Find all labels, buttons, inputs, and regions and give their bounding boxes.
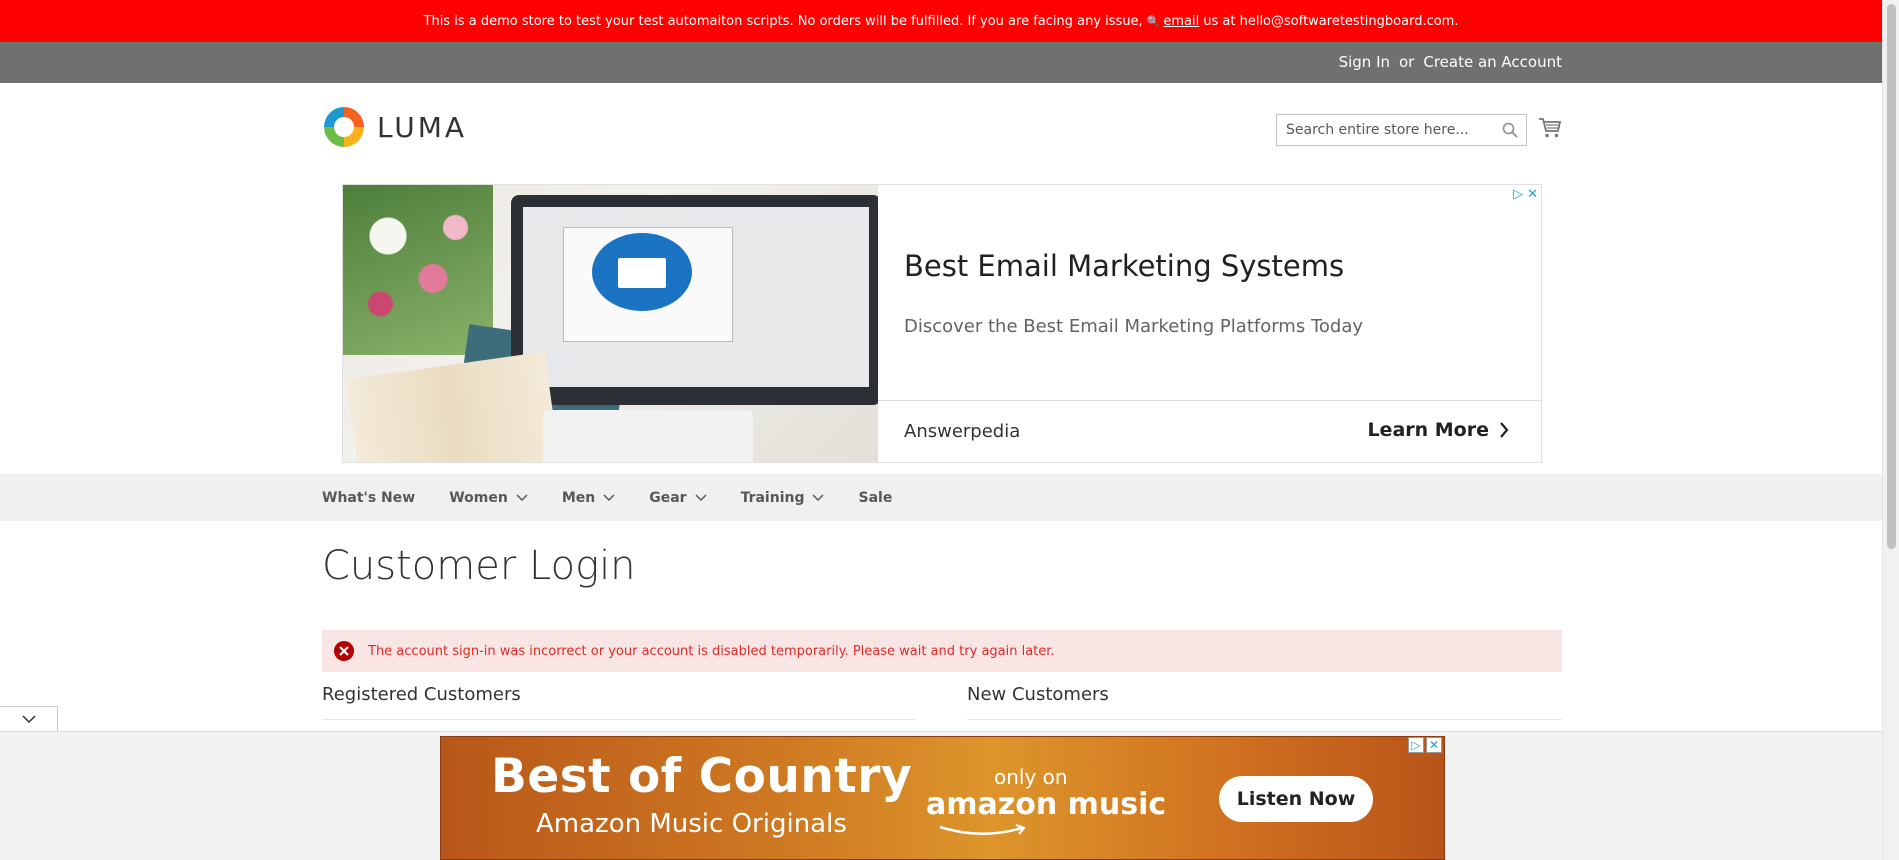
nav-item-label: Sale xyxy=(858,489,893,506)
ad-subtitle[interactable]: Discover the Best Email Marketing Platfo… xyxy=(904,316,1363,337)
nav-item-what-s-new[interactable]: What's New xyxy=(322,490,415,506)
nav-item-label: Women xyxy=(449,489,508,506)
chevron-down-icon xyxy=(603,493,615,501)
search-icon: 🔍 xyxy=(1146,14,1161,28)
adchoices-icon[interactable]: ▷ xyxy=(1408,737,1424,753)
new-customers-title: New Customers xyxy=(967,684,1109,705)
chevron-down-icon xyxy=(516,493,528,501)
bottom-ad-title: Best of Country xyxy=(491,749,913,804)
bottom-ad-only-on: only on xyxy=(994,765,1068,789)
nav-item-label: Men xyxy=(561,489,596,506)
error-message: The account sign-in was incorrect or you… xyxy=(322,630,1562,672)
registered-customers-title: Registered Customers xyxy=(322,684,521,705)
envelope-icon xyxy=(592,233,692,311)
nav-item-training[interactable]: Training xyxy=(741,490,825,506)
nav-item-label: Gear xyxy=(649,489,687,506)
learn-more-label: Learn More xyxy=(1367,419,1489,441)
close-ad-icon[interactable]: ✕ xyxy=(1527,187,1538,202)
amazon-smile-icon xyxy=(939,824,1026,835)
listen-now-button[interactable]: Listen Now xyxy=(1219,776,1373,822)
luma-logo-icon xyxy=(324,107,364,147)
divider xyxy=(322,719,916,720)
nav-item-label: What's New xyxy=(322,489,416,506)
error-text: The account sign-in was incorrect or you… xyxy=(368,643,1055,659)
demo-notice-bar: This is a demo store to test your test a… xyxy=(0,0,1882,42)
learn-more-button[interactable]: Learn More xyxy=(1367,419,1509,441)
sign-in-link[interactable]: Sign In xyxy=(1339,53,1390,71)
search-icon[interactable] xyxy=(1502,122,1518,138)
divider xyxy=(967,719,1562,720)
chevron-down-icon xyxy=(21,715,36,723)
error-icon xyxy=(334,641,354,661)
nav-item-label: Training xyxy=(740,489,805,506)
page-title: Customer Login xyxy=(322,543,636,589)
nav-item-women[interactable]: Women xyxy=(449,490,528,506)
adchoices-icon[interactable]: ▷ xyxy=(1513,187,1523,202)
header-panel: Sign In or Create an Account xyxy=(0,42,1882,83)
ad-brand[interactable]: Answerpedia xyxy=(904,421,1020,442)
close-ad-icon[interactable]: ✕ xyxy=(1426,737,1442,753)
search-input[interactable] xyxy=(1277,115,1492,145)
bottom-advertisement[interactable]: Best of Country Amazon Music Originals o… xyxy=(440,736,1445,860)
logo[interactable]: LUMA xyxy=(322,105,467,149)
demo-notice-text: This is a demo store to test your test a… xyxy=(423,13,1143,29)
ad-image[interactable] xyxy=(343,185,878,462)
ad-title[interactable]: Best Email Marketing Systems xyxy=(904,249,1344,283)
top-advertisement[interactable]: Best Email Marketing Systems Discover th… xyxy=(342,184,1542,463)
search-box xyxy=(1276,114,1527,146)
cart-icon[interactable] xyxy=(1538,116,1562,140)
page-scrollbar[interactable] xyxy=(1882,0,1899,860)
logo-text: LUMA xyxy=(377,110,468,144)
or-text: or xyxy=(1399,53,1415,71)
create-account-link[interactable]: Create an Account xyxy=(1423,53,1562,71)
chevron-right-icon xyxy=(1500,422,1509,438)
chevron-down-icon xyxy=(695,493,707,501)
chevron-down-icon xyxy=(812,493,825,501)
nav-item-sale[interactable]: Sale xyxy=(858,490,892,506)
bottom-ad-subtitle: Amazon Music Originals xyxy=(536,809,847,839)
scrollbar-thumb[interactable] xyxy=(1887,4,1896,549)
nav-item-men[interactable]: Men xyxy=(562,490,615,506)
demo-notice-text-after: us at hello@softwaretestingboard.com. xyxy=(1203,13,1459,29)
main-navigation: What's New Women Men Gear Training Sale xyxy=(0,474,1882,521)
email-link[interactable]: email xyxy=(1163,14,1199,29)
collapse-ad-button[interactable] xyxy=(0,706,58,731)
nav-item-gear[interactable]: Gear xyxy=(649,489,707,506)
amazon-music-logo: amazon music xyxy=(926,787,1167,822)
